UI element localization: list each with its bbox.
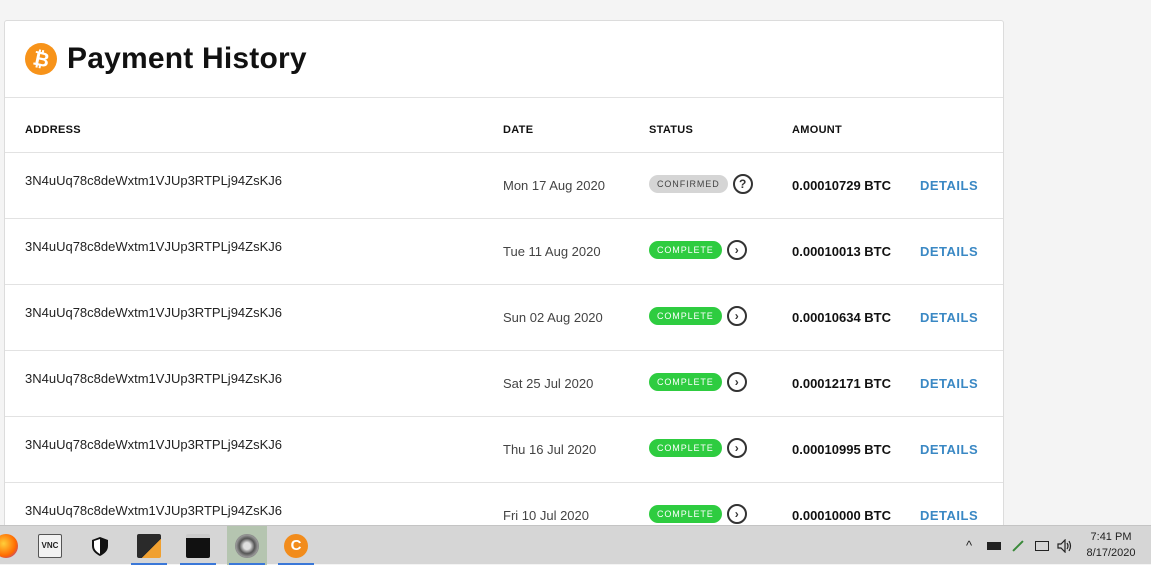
payment-amount: 0.00010729 BTC bbox=[792, 178, 892, 193]
ccleaner-icon[interactable]: C bbox=[276, 526, 316, 565]
column-header-date: DATE bbox=[503, 124, 534, 136]
card-header: ₿ Payment History bbox=[5, 21, 1003, 98]
payment-status: COMPLETE › bbox=[649, 372, 747, 392]
payment-date: Fri 10 Jul 2020 bbox=[503, 508, 589, 523]
chevron-right-icon[interactable]: › bbox=[726, 306, 747, 326]
payment-date: Mon 17 Aug 2020 bbox=[503, 178, 605, 193]
payment-status: COMPLETE › bbox=[649, 240, 747, 260]
taskbar: VNC C ^ 7:41 PM 8/17/2020 bbox=[0, 525, 1151, 565]
table-row: 3N4uUq78c8deWxtm1VJUp3RTPLj94ZsKJ6 Tue 1… bbox=[5, 219, 1003, 285]
table-row: 3N4uUq78c8deWxtm1VJUp3RTPLj94ZsKJ6 Sun 0… bbox=[5, 285, 1003, 351]
details-link[interactable]: DETAILS bbox=[920, 508, 978, 523]
miner-app-icon[interactable] bbox=[227, 526, 267, 565]
payment-address: 3N4uUq78c8deWxtm1VJUp3RTPLj94ZsKJ6 bbox=[25, 437, 282, 452]
payment-amount: 0.00012171 BTC bbox=[792, 376, 892, 391]
chevron-right-icon[interactable]: › bbox=[726, 504, 747, 524]
payment-date: Thu 16 Jul 2020 bbox=[503, 442, 597, 457]
volume-icon[interactable] bbox=[1055, 526, 1075, 565]
clock-time: 7:41 PM bbox=[1090, 531, 1132, 543]
network-icon[interactable] bbox=[1032, 526, 1052, 565]
payment-address: 3N4uUq78c8deWxtm1VJUp3RTPLj94ZsKJ6 bbox=[25, 239, 282, 254]
status-badge: COMPLETE bbox=[649, 505, 722, 523]
payment-status: COMPLETE › bbox=[649, 438, 747, 458]
chevron-right-icon[interactable]: › bbox=[726, 438, 747, 458]
table-row: 3N4uUq78c8deWxtm1VJUp3RTPLj94ZsKJ6 Fri 1… bbox=[5, 483, 1003, 525]
details-link[interactable]: DETAILS bbox=[920, 376, 978, 391]
column-header-status: STATUS bbox=[649, 124, 694, 136]
status-badge: CONFIRMED bbox=[649, 175, 728, 193]
help-icon[interactable]: ? bbox=[732, 174, 753, 194]
vnc-viewer-icon[interactable]: VNC bbox=[30, 526, 70, 565]
battery-icon[interactable] bbox=[984, 526, 1004, 565]
details-link[interactable]: DETAILS bbox=[920, 178, 978, 193]
payment-address: 3N4uUq78c8deWxtm1VJUp3RTPLj94ZsKJ6 bbox=[25, 305, 282, 320]
details-link[interactable]: DETAILS bbox=[920, 244, 978, 259]
payment-amount: 0.00010013 BTC bbox=[792, 244, 892, 259]
table-row: 3N4uUq78c8deWxtm1VJUp3RTPLj94ZsKJ6 Sat 2… bbox=[5, 351, 1003, 417]
browser-viewport: ₿ Payment History ADDRESS DATE STATUS AM… bbox=[0, 0, 1151, 525]
notes-app-icon[interactable] bbox=[129, 526, 169, 565]
payment-status: CONFIRMED ? bbox=[649, 174, 753, 194]
payment-status: COMPLETE › bbox=[649, 504, 747, 524]
show-hidden-icons-chevron-icon[interactable]: ^ bbox=[960, 526, 978, 565]
column-header-amount: AMOUNT bbox=[792, 124, 843, 136]
pen-icon[interactable] bbox=[1008, 526, 1028, 565]
chevron-right-icon[interactable]: › bbox=[726, 372, 747, 392]
payment-amount: 0.00010000 BTC bbox=[792, 508, 892, 523]
payment-address: 3N4uUq78c8deWxtm1VJUp3RTPLj94ZsKJ6 bbox=[25, 173, 282, 188]
details-link[interactable]: DETAILS bbox=[920, 310, 978, 325]
payment-address: 3N4uUq78c8deWxtm1VJUp3RTPLj94ZsKJ6 bbox=[25, 371, 282, 386]
column-header-address: ADDRESS bbox=[25, 124, 81, 136]
payment-address: 3N4uUq78c8deWxtm1VJUp3RTPLj94ZsKJ6 bbox=[25, 503, 282, 518]
status-badge: COMPLETE bbox=[649, 307, 722, 325]
payment-history-card: ₿ Payment History ADDRESS DATE STATUS AM… bbox=[4, 20, 1004, 525]
table-header: ADDRESS DATE STATUS AMOUNT bbox=[5, 98, 1003, 153]
page-title: Payment History bbox=[67, 42, 307, 75]
status-badge: COMPLETE bbox=[649, 241, 722, 259]
bitcoin-logo-icon: ₿ bbox=[25, 43, 57, 75]
status-badge: COMPLETE bbox=[649, 373, 722, 391]
firefox-icon[interactable] bbox=[0, 526, 26, 565]
payment-date: Sat 25 Jul 2020 bbox=[503, 376, 594, 391]
payment-date: Tue 11 Aug 2020 bbox=[503, 244, 601, 259]
payment-date: Sun 02 Aug 2020 bbox=[503, 310, 603, 325]
payment-status: COMPLETE › bbox=[649, 306, 747, 326]
chevron-right-icon[interactable]: › bbox=[726, 240, 747, 260]
security-shield-icon[interactable] bbox=[80, 526, 120, 565]
clock-date: 8/17/2020 bbox=[1086, 547, 1136, 559]
system-clock[interactable]: 7:41 PM 8/17/2020 bbox=[1078, 529, 1144, 561]
payment-amount: 0.00010634 BTC bbox=[792, 310, 892, 325]
table-row: 3N4uUq78c8deWxtm1VJUp3RTPLj94ZsKJ6 Thu 1… bbox=[5, 417, 1003, 483]
terminal-icon[interactable] bbox=[178, 526, 218, 565]
table-row: 3N4uUq78c8deWxtm1VJUp3RTPLj94ZsKJ6 Mon 1… bbox=[5, 153, 1003, 219]
details-link[interactable]: DETAILS bbox=[920, 442, 978, 457]
status-badge: COMPLETE bbox=[649, 439, 722, 457]
payment-amount: 0.00010995 BTC bbox=[792, 442, 892, 457]
